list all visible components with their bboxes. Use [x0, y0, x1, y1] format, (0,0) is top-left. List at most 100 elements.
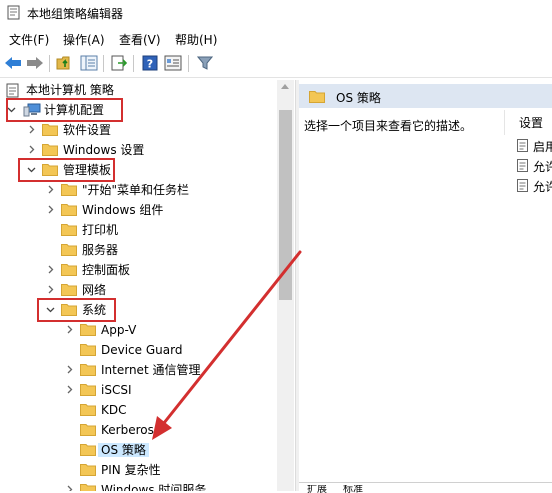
folder-icon: [80, 464, 96, 476]
tree-label: 打印机: [82, 223, 119, 237]
chevron-down-icon[interactable]: [46, 305, 55, 314]
tree-item-kdc[interactable]: KDC: [0, 400, 277, 420]
folder-icon: [80, 404, 96, 416]
toolbar-separator: [188, 55, 189, 72]
chevron-right-icon[interactable]: [46, 185, 55, 194]
show-hide-tree-button[interactable]: [79, 53, 99, 73]
folder-icon: [61, 284, 77, 296]
setting-label: 允许: [533, 180, 552, 194]
tree-label: Kerberos: [101, 423, 154, 437]
group-policy-editor-window: 本地组策略编辑器 文件(F) 操作(A) 查看(V) 帮助(H) ? 本地计算机…: [0, 0, 552, 493]
tree-label: 计算机配置: [44, 103, 105, 117]
tree-label: 控制面板: [82, 263, 131, 277]
tree-item-computer-config[interactable]: 计算机配置: [0, 100, 277, 120]
forward-button[interactable]: [25, 53, 45, 73]
tree-label: PIN 复杂性: [101, 463, 161, 477]
setting-column-header[interactable]: 设置: [504, 110, 552, 135]
chevron-right-icon[interactable]: [27, 125, 36, 134]
tree-label: OS 策略: [98, 443, 149, 457]
setting-column-label: 设置: [519, 116, 544, 130]
tree-item-windows-time[interactable]: Windows 时间服务: [0, 480, 277, 491]
tree-item-internet-comm[interactable]: Internet 通信管理: [0, 360, 277, 380]
menu-file[interactable]: 文件(F): [9, 31, 49, 48]
policy-editor-app-icon: [7, 5, 20, 20]
folder-icon: [61, 204, 77, 216]
folder-icon: [80, 344, 96, 356]
show-hide-tree-icon: [80, 55, 98, 71]
chevron-right-icon[interactable]: [46, 285, 55, 294]
tab-extended[interactable]: 扩展: [307, 485, 327, 493]
tree-item-start-menu[interactable]: "开始"菜单和任务栏: [0, 180, 277, 200]
chevron-right-icon[interactable]: [46, 205, 55, 214]
tree-item-server[interactable]: 服务器: [0, 240, 277, 260]
forward-arrow-icon: [27, 57, 43, 69]
tree-item-windows-components[interactable]: Windows 组件: [0, 200, 277, 220]
tree-label: 系统: [82, 303, 107, 317]
tree-item-kerberos[interactable]: Kerberos: [0, 420, 277, 440]
properties-button[interactable]: [163, 53, 183, 73]
help-icon: ?: [142, 55, 158, 71]
filter-icon: [197, 56, 213, 70]
chevron-right-icon[interactable]: [27, 145, 36, 154]
scrollbar-thumb[interactable]: [279, 110, 292, 300]
chevron-right-icon[interactable]: [65, 385, 74, 394]
filter-button[interactable]: [195, 53, 215, 73]
policy-setting-icon: [517, 139, 528, 152]
tree-item-pin-complexity[interactable]: PIN 复杂性: [0, 460, 277, 480]
details-header: OS 策略: [299, 84, 552, 108]
tree-item-device-guard[interactable]: Device Guard: [0, 340, 277, 360]
chevron-right-icon[interactable]: [65, 365, 74, 374]
tree-scrollbar[interactable]: [277, 80, 294, 491]
tree-item-printers[interactable]: 打印机: [0, 220, 277, 240]
chevron-down-icon[interactable]: [27, 165, 36, 174]
toolbar-separator: [103, 55, 104, 72]
tree-label: 本地计算机 策略: [26, 83, 114, 97]
help-button[interactable]: ?: [140, 53, 160, 73]
tree-label: iSCSI: [101, 383, 132, 397]
scroll-up-arrow-icon[interactable]: [281, 84, 289, 89]
tree-label: 网络: [82, 283, 107, 297]
tree-item-os-policy[interactable]: OS 策略: [0, 440, 277, 460]
menu-view[interactable]: 查看(V): [119, 31, 161, 48]
chevron-right-icon[interactable]: [65, 485, 74, 491]
tree-item-app-v[interactable]: App-V: [0, 320, 277, 340]
setting-label: 允许: [533, 160, 552, 174]
tree-item-admin-templates[interactable]: 管理模板: [0, 160, 277, 180]
tree-label: Windows 组件: [82, 203, 164, 217]
folder-icon: [80, 364, 96, 376]
description-text: 选择一个项目来查看它的描述。: [304, 119, 473, 133]
export-list-button[interactable]: [109, 53, 129, 73]
tree-item-root[interactable]: 本地计算机 策略: [0, 80, 277, 100]
menu-help[interactable]: 帮助(H): [175, 31, 217, 48]
up-one-level-button[interactable]: [55, 53, 75, 73]
tree-item-software-settings[interactable]: 软件设置: [0, 120, 277, 140]
chevron-right-icon[interactable]: [46, 265, 55, 274]
folder-icon: [42, 164, 58, 176]
tree-item-system[interactable]: 系统: [0, 300, 277, 320]
folder-icon: [61, 264, 77, 276]
policy-setting-icon: [517, 179, 528, 192]
tree-label: Internet 通信管理: [101, 363, 201, 377]
toolbar: ?: [0, 50, 552, 78]
title-bar: 本地组策略编辑器: [0, 0, 552, 26]
tree-item-iscsi[interactable]: iSCSI: [0, 380, 277, 400]
tree-label: 服务器: [82, 243, 119, 257]
back-button[interactable]: [3, 53, 23, 73]
toolbar-separator: [133, 55, 134, 72]
up-folder-icon: [56, 56, 70, 70]
chevron-down-icon[interactable]: [7, 105, 16, 114]
tree-label: 管理模板: [63, 163, 112, 177]
tree-item-control-panel[interactable]: 控制面板: [0, 260, 277, 280]
svg-text:?: ?: [147, 58, 153, 71]
tree-label: Device Guard: [101, 343, 183, 357]
tab-standard[interactable]: 标准: [343, 485, 363, 493]
details-title: OS 策略: [336, 91, 381, 105]
tree-label: Windows 时间服务: [101, 483, 207, 491]
window-title: 本地组策略编辑器: [27, 7, 124, 21]
chevron-right-icon[interactable]: [65, 325, 74, 334]
tree-label: "开始"菜单和任务栏: [82, 183, 190, 197]
tree-item-network[interactable]: 网络: [0, 280, 277, 300]
menu-action[interactable]: 操作(A): [63, 31, 105, 48]
tree-item-windows-settings[interactable]: Windows 设置: [0, 140, 277, 160]
properties-icon: [164, 55, 182, 71]
